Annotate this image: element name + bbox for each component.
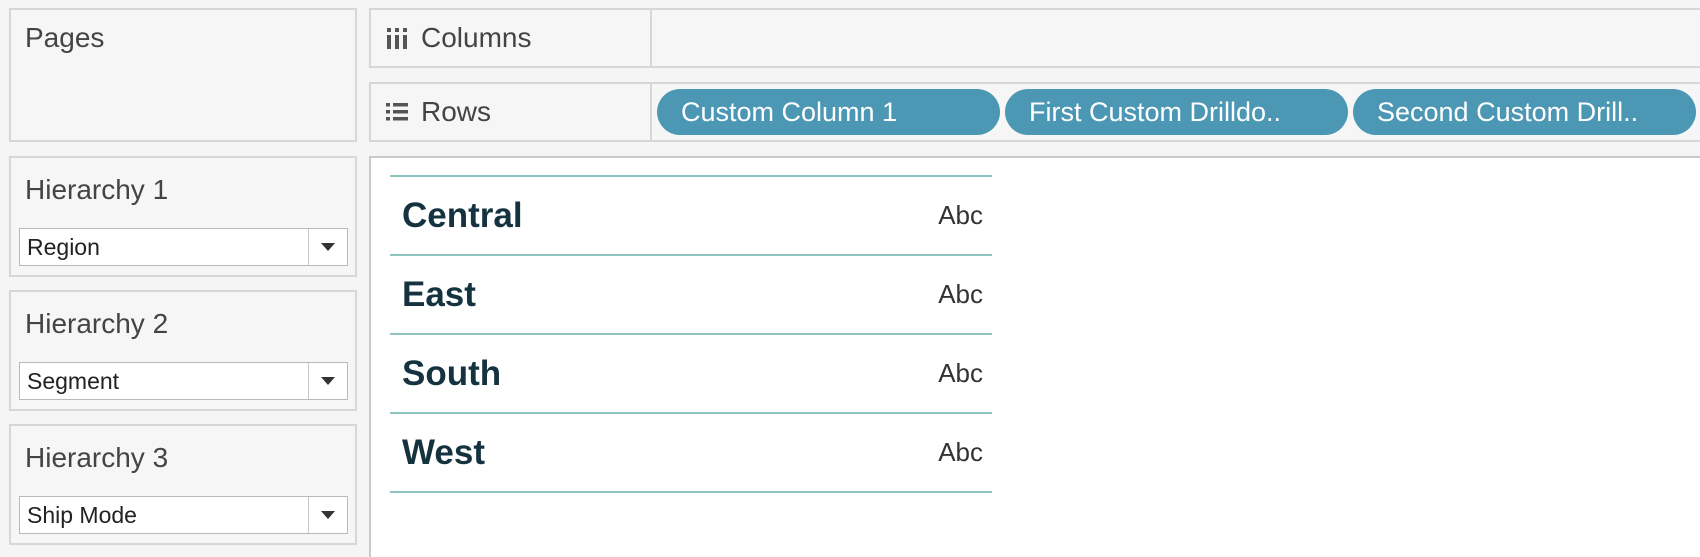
cell-value[interactable]: Abc (938, 358, 992, 389)
cell-value[interactable]: Abc (938, 200, 992, 231)
cell-value[interactable]: Abc (938, 437, 992, 468)
row-header[interactable]: East (390, 275, 476, 315)
row-header[interactable]: South (390, 354, 501, 394)
hierarchy-3-card: Hierarchy 3 Ship Mode (9, 424, 357, 545)
hierarchy-2-dropdown[interactable]: Segment (19, 362, 348, 400)
hierarchy-3-title: Hierarchy 3 (25, 442, 169, 473)
hierarchy-2-value: Segment (27, 367, 120, 394)
columns-shelf[interactable]: Columns (369, 8, 1700, 68)
columns-icon (385, 26, 409, 50)
pages-title: Pages (25, 22, 105, 53)
row-pill-first-custom-drilldown[interactable]: First Custom Drilldo.. (1005, 89, 1348, 135)
rows-shelf[interactable]: Rows Custom Column 1 First Custom Drilld… (369, 82, 1700, 142)
row-pill-custom-column-1[interactable]: Custom Column 1 (657, 89, 1000, 135)
hierarchy-1-value: Region (27, 233, 100, 260)
hierarchy-1-dropdown[interactable]: Region (19, 228, 348, 266)
hierarchy-3-dropdown[interactable]: Ship Mode (19, 496, 348, 534)
table-row[interactable]: East Abc (390, 254, 992, 333)
row-header[interactable]: West (390, 433, 485, 473)
columns-shelf-label: Columns (371, 10, 652, 66)
columns-label: Columns (421, 22, 532, 53)
table-row[interactable]: Central Abc (390, 175, 992, 254)
row-header[interactable]: Central (390, 196, 523, 236)
row-pill-second-custom-drilldown[interactable]: Second Custom Drill.. (1353, 89, 1696, 135)
hierarchy-1-title: Hierarchy 1 (25, 174, 169, 205)
rows-icon (385, 100, 409, 124)
hierarchy-3-value: Ship Mode (27, 501, 137, 528)
view-canvas: Central Abc East Abc South Abc West Abc (369, 156, 1700, 557)
rows-shelf-label: Rows (371, 84, 652, 140)
pages-card: Pages (9, 8, 357, 142)
hierarchy-1-card: Hierarchy 1 Region (9, 156, 357, 277)
chevron-down-icon[interactable] (308, 229, 347, 265)
rows-label: Rows (421, 96, 492, 127)
table-row[interactable]: West Abc (390, 412, 992, 493)
chevron-down-icon[interactable] (308, 497, 347, 533)
chevron-down-icon[interactable] (308, 363, 347, 399)
text-table: Central Abc East Abc South Abc West Abc (390, 175, 992, 493)
hierarchy-2-title: Hierarchy 2 (25, 308, 169, 339)
table-row[interactable]: South Abc (390, 333, 992, 412)
cell-value[interactable]: Abc (938, 279, 992, 310)
hierarchy-2-card: Hierarchy 2 Segment (9, 290, 357, 411)
